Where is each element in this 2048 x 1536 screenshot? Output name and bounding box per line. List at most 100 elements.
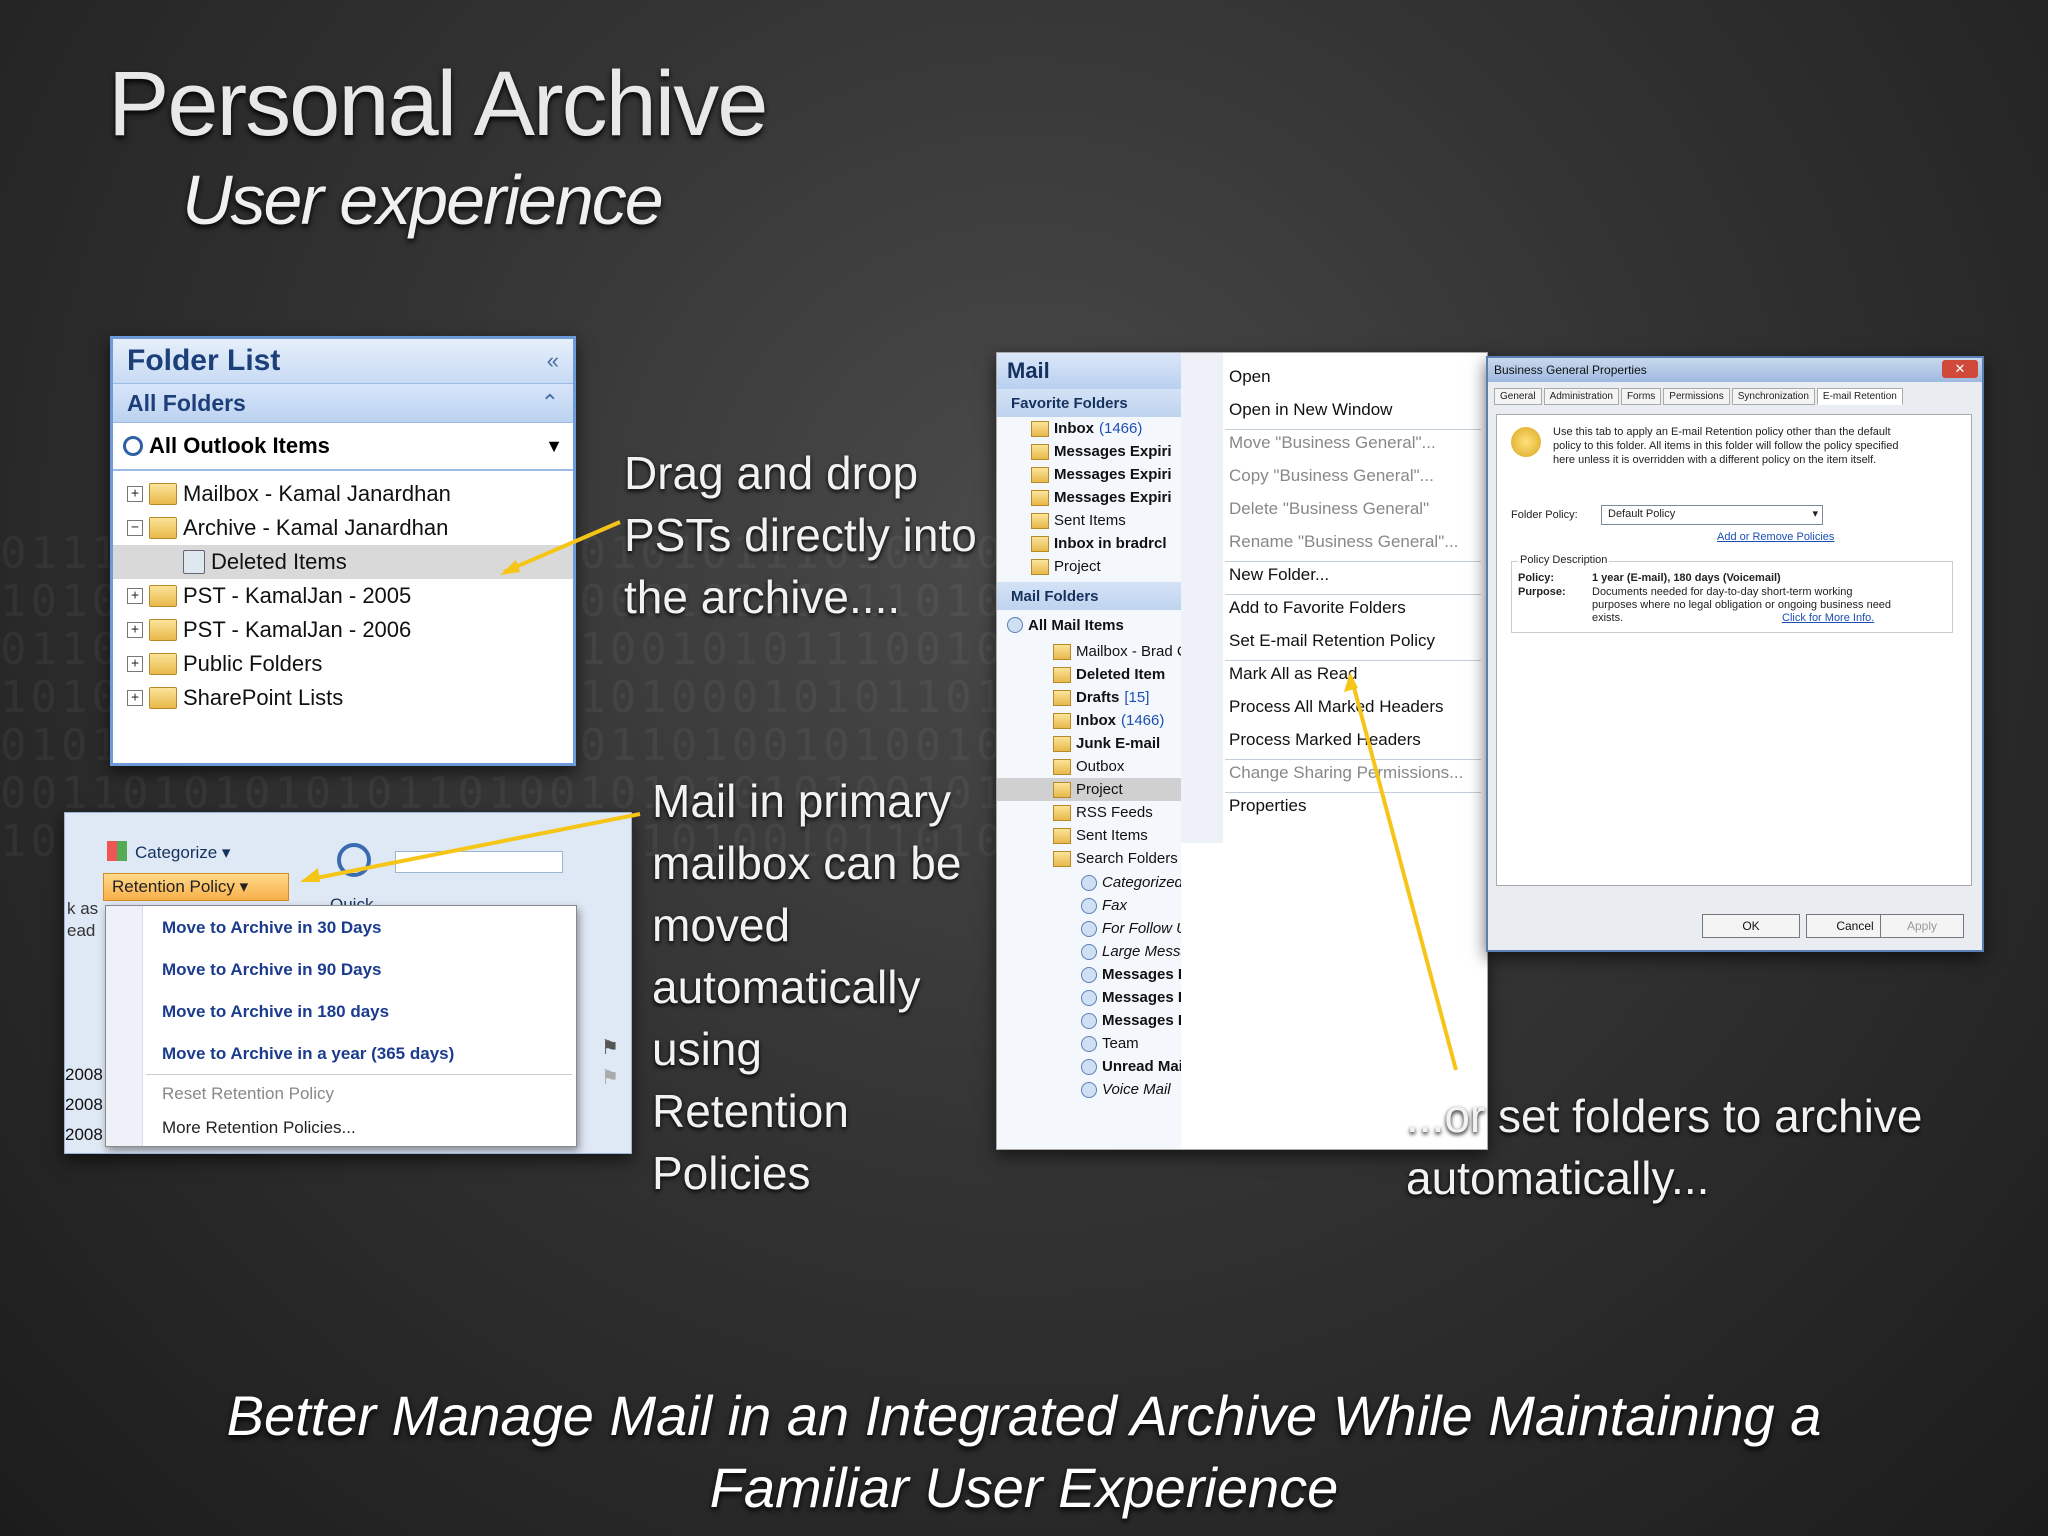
tree-item-mailbox[interactable]: + Mailbox - Kamal Janardhan <box>127 477 573 511</box>
folder-icon <box>1031 489 1049 506</box>
context-menu-item[interactable]: Delete "Business General" <box>1229 499 1429 519</box>
callout-drag-drop: Drag and drop PSTs directly into the arc… <box>624 442 977 628</box>
all-mail-items[interactable]: All Mail Items <box>997 610 1181 640</box>
flag-icon[interactable]: ⚑ <box>601 1035 619 1060</box>
expand-icon[interactable]: + <box>127 622 143 638</box>
collapse-pane-icon[interactable]: « <box>547 348 559 374</box>
mark-as-label: k as <box>67 899 99 918</box>
callout-line: ...or set folders to archive <box>1406 1090 1923 1142</box>
context-menu-item[interactable]: Set E-mail Retention Policy <box>1229 631 1435 651</box>
folder-item[interactable]: Search Folders <box>997 847 1181 870</box>
context-menu-item[interactable]: Process All Marked Headers <box>1229 697 1443 717</box>
context-menu-item[interactable]: Rename "Business General"... <box>1229 532 1458 552</box>
folder-label: Outbox <box>1076 758 1125 775</box>
expand-icon[interactable]: + <box>127 690 143 706</box>
collapse-section-icon[interactable]: ⌃ <box>541 390 559 416</box>
folder-item[interactable]: Sent Items <box>997 509 1181 532</box>
folder-label: Deleted Item <box>1076 666 1166 683</box>
flag-icon[interactable]: ⚑ <box>601 1065 619 1090</box>
folder-item[interactable]: Junk E-mail <box>997 732 1181 755</box>
context-menu-item[interactable]: Copy "Business General"... <box>1229 466 1434 486</box>
collapse-icon[interactable]: − <box>127 520 143 536</box>
pst-folder-icon <box>149 619 177 641</box>
expand-icon[interactable]: + <box>127 656 143 672</box>
add-remove-policies-link[interactable]: Add or Remove Policies <box>1717 531 1834 543</box>
callout-set-folders: ...or set folders to archive automatical… <box>1406 1085 1922 1209</box>
callout-line: Drag and drop <box>624 447 919 499</box>
expand-icon[interactable]: + <box>127 486 143 502</box>
callout-line: Retention <box>652 1085 849 1137</box>
context-menu-item[interactable]: New Folder... <box>1229 565 1329 585</box>
context-menu-item[interactable]: Properties <box>1229 796 1306 816</box>
categorize-icon <box>107 841 127 861</box>
callout-line: using <box>652 1023 762 1075</box>
folder-item[interactable]: Inbox (1466) <box>997 417 1181 440</box>
context-menu-item[interactable]: Add to Favorite Folders <box>1229 598 1406 618</box>
context-menu-item[interactable]: Move "Business General"... <box>1229 433 1436 453</box>
menu-item-archive-30[interactable]: Move to Archive in 30 Days <box>162 918 382 938</box>
more-info-link[interactable]: Click for More Info. <box>1782 612 1874 624</box>
folder-item[interactable]: Inbox (1466) <box>997 709 1181 732</box>
tab-administration[interactable]: Administration <box>1543 388 1619 405</box>
tree-item-sharepoint-lists[interactable]: + SharePoint Lists <box>127 681 573 715</box>
folder-label: Unread Mail <box>1102 1058 1188 1075</box>
apply-button[interactable]: Apply <box>1880 914 1964 938</box>
folder-policy-dropdown[interactable]: Default Policy ▾ <box>1601 505 1823 525</box>
tree-item-public-folders[interactable]: + Public Folders <box>127 647 573 681</box>
context-menu-item[interactable]: Open <box>1229 367 1271 387</box>
folder-label: Junk E-mail <box>1076 735 1161 752</box>
favorite-folders-header[interactable]: Favorite Folders <box>997 389 1181 417</box>
tab-synchronization[interactable]: Synchronization <box>1731 388 1815 405</box>
folder-item[interactable]: Project <box>997 555 1181 578</box>
tab-permissions[interactable]: Permissions <box>1663 388 1730 405</box>
ok-button[interactable]: OK <box>1702 914 1800 938</box>
tree-item-pst-2005[interactable]: + PST - KamalJan - 2005 <box>127 579 573 613</box>
dropdown-arrow-icon[interactable]: ▼ <box>545 436 563 457</box>
tree-item-deleted-items[interactable]: Deleted Items <box>113 545 573 579</box>
tree-item-label: PST - KamalJan - 2005 <box>183 583 412 608</box>
folder-item[interactable]: Deleted Item <box>997 663 1181 686</box>
folder-icon <box>1053 850 1071 867</box>
menu-item-reset-policy[interactable]: Reset Retention Policy <box>162 1084 334 1104</box>
all-folders-section[interactable]: All Folders ⌃ <box>113 384 573 423</box>
context-menu-item[interactable]: Change Sharing Permissions... <box>1229 763 1463 783</box>
folder-item[interactable]: Sent Items <box>997 824 1181 847</box>
mail-folders-header[interactable]: Mail Folders <box>997 582 1181 610</box>
tree-item-archive[interactable]: − Archive - Kamal Janardhan <box>127 511 573 545</box>
context-menu-separator <box>1225 759 1481 760</box>
menu-item-archive-365[interactable]: Move to Archive in a year (365 days) <box>162 1044 454 1064</box>
tab-email-retention[interactable]: E-mail Retention <box>1816 388 1903 405</box>
folder-item[interactable]: Outbox <box>997 755 1181 778</box>
menu-item-archive-90[interactable]: Move to Archive in 90 Days <box>162 960 382 980</box>
menu-item-archive-180[interactable]: Move to Archive in 180 days <box>162 1002 389 1022</box>
folder-item[interactable]: Project <box>997 778 1181 801</box>
folder-item[interactable]: Messages Expiri <box>997 486 1181 509</box>
tab-forms[interactable]: Forms <box>1620 388 1662 405</box>
retention-policy-button[interactable]: Retention Policy ▾ <box>103 873 289 901</box>
tree-item-pst-2006[interactable]: + PST - KamalJan - 2006 <box>127 613 573 647</box>
folder-properties-dialog: Business General Properties ✕ General Ad… <box>1486 356 1984 952</box>
folder-item[interactable]: Inbox in bradrcl <box>997 532 1181 555</box>
close-icon[interactable]: ✕ <box>1942 360 1978 378</box>
context-menu-item[interactable]: Open in New Window <box>1229 400 1392 420</box>
tab-general[interactable]: General <box>1494 388 1542 405</box>
folder-item[interactable]: Drafts [15] <box>997 686 1181 709</box>
public-folder-icon <box>149 653 177 675</box>
context-menu-item[interactable]: Process Marked Headers <box>1229 730 1421 750</box>
search-folder-icon <box>1081 1012 1097 1029</box>
menu-item-more-policies[interactable]: More Retention Policies... <box>162 1118 356 1138</box>
dialog-title-bar: Business General Properties <box>1488 358 1982 382</box>
expand-icon[interactable]: + <box>127 588 143 604</box>
mail-folders-list: Mailbox - Brad C Deleted Item Drafts [15] In… <box>997 640 1188 870</box>
folder-item[interactable]: RSS Feeds <box>997 801 1181 824</box>
categorize-button[interactable]: Categorize ▾ <box>135 843 230 863</box>
quick-search-box[interactable] <box>395 851 563 873</box>
search-folder-icon <box>1081 874 1097 891</box>
folder-item[interactable]: Mailbox - Brad C <box>997 640 1188 663</box>
folder-item[interactable]: Messages Expiri <box>997 440 1181 463</box>
tree-item-label: Mailbox - Kamal Janardhan <box>183 481 451 506</box>
folder-item[interactable]: Messages Expiri <box>997 463 1181 486</box>
folder-icon <box>1053 758 1071 775</box>
folder-view-dropdown[interactable]: All Outlook Items ▼ <box>113 423 573 471</box>
context-menu-item[interactable]: Mark All as Read <box>1229 664 1358 684</box>
